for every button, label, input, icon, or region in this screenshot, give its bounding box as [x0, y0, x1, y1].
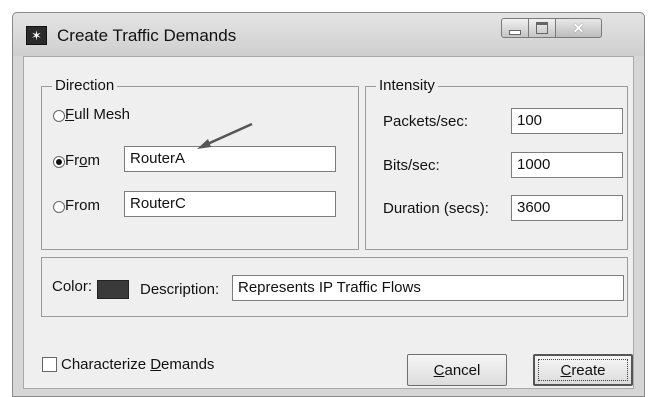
- intensity-legend: Intensity: [376, 77, 438, 94]
- minimize-button[interactable]: [501, 18, 529, 38]
- intensity-group: Intensity Packets/sec: 100 Bits/sec: 100…: [365, 77, 628, 250]
- cancel-button[interactable]: Cancel: [407, 354, 507, 386]
- window-controls: ✕: [501, 18, 602, 40]
- from-source-radio[interactable]: [53, 156, 65, 168]
- color-swatch[interactable]: [97, 280, 129, 299]
- from-source-label[interactable]: From: [65, 152, 100, 169]
- full-mesh-radio[interactable]: [53, 110, 65, 122]
- star-icon: ✶: [26, 26, 47, 45]
- bits-per-sec-label: Bits/sec:: [383, 157, 440, 174]
- color-label: Color:: [52, 278, 93, 295]
- focus-ring: [538, 359, 628, 381]
- from-alt-label[interactable]: From: [65, 197, 100, 214]
- packets-per-sec-label: Packets/sec:: [383, 113, 469, 130]
- maximize-button[interactable]: [529, 18, 556, 38]
- create-button[interactable]: Create: [533, 354, 633, 386]
- full-mesh-label[interactable]: Full Mesh: [65, 106, 130, 123]
- close-button[interactable]: ✕: [556, 18, 602, 38]
- direction-group: Direction Full Mesh From RouterA From Ro…: [41, 77, 359, 250]
- description-input[interactable]: Represents IP Traffic Flows: [232, 275, 624, 301]
- dialog-body: Direction Full Mesh From RouterA From Ro…: [23, 56, 634, 389]
- duration-input[interactable]: 3600: [511, 195, 623, 221]
- characterize-demands-checkbox[interactable]: [42, 357, 57, 372]
- minimize-icon: [509, 29, 521, 35]
- description-label: Description:: [140, 281, 220, 298]
- appearance-group: Color: Description: Represents IP Traffi…: [41, 257, 628, 317]
- create-traffic-demands-dialog: ✶ Create Traffic Demands ✕ Direction Ful…: [12, 12, 645, 397]
- bits-per-sec-input[interactable]: 1000: [511, 152, 623, 178]
- close-icon: ✕: [572, 19, 585, 36]
- characterize-demands-label[interactable]: Characterize Demands: [61, 356, 214, 373]
- from-source-input[interactable]: RouterA: [124, 146, 336, 172]
- from-alt-radio[interactable]: [53, 201, 65, 213]
- direction-legend: Direction: [52, 77, 118, 94]
- window-title: Create Traffic Demands: [57, 26, 237, 45]
- duration-label: Duration (secs):: [383, 200, 489, 217]
- title-bar[interactable]: ✶ Create Traffic Demands ✕: [13, 13, 644, 56]
- maximize-icon: [536, 22, 548, 34]
- packets-per-sec-input[interactable]: 100: [511, 108, 623, 134]
- from-alt-input[interactable]: RouterC: [124, 191, 336, 217]
